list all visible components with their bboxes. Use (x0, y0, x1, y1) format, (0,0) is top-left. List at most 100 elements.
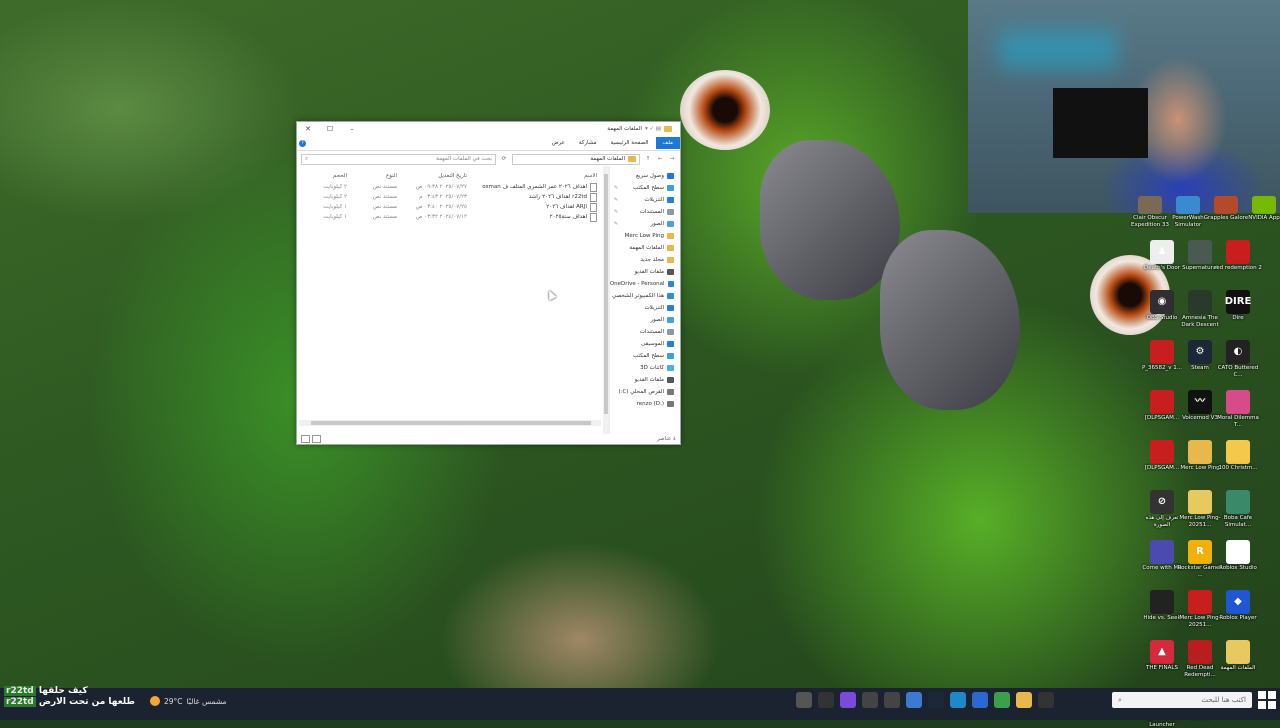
nav-item[interactable]: التنزيلات ✎ (610, 194, 680, 206)
file-row[interactable]: اهداف سنة٢٠٢٥ ٢٠٢٤/٠٧/١٢ ٠٣:٣٢ ص مستند نص ١… (297, 212, 603, 222)
file-list: الاسم تاريخ التعديل النوع الحجم اهداف ٢٠… (297, 166, 603, 434)
search-icon: ⌕ (1118, 695, 1122, 704)
nav-item[interactable]: OneDrive - Personal (610, 278, 680, 290)
xbox-icon[interactable] (884, 692, 900, 708)
documents-icon (667, 209, 674, 215)
minimize-button[interactable]: – (341, 122, 363, 136)
nav-item[interactable]: ملفات الفديو (610, 374, 680, 386)
nav-item[interactable]: القرص المحلي (C:) (610, 386, 680, 398)
nav-item[interactable]: هذا الكمبيوتر الشخصي (610, 290, 680, 302)
details-view-icon[interactable] (301, 435, 310, 443)
address-bar[interactable]: الملفات المهمة (512, 153, 640, 165)
help-icon[interactable]: ? (299, 140, 306, 147)
weather-condition: مشمس غالبًا (186, 696, 227, 706)
nav-item[interactable]: التنزيلات (610, 302, 680, 314)
nav-item[interactable]: ملفات الفديو (610, 266, 680, 278)
desktop-icon[interactable]: NVIDIA App (1240, 196, 1280, 222)
desktop-icon[interactable]: red redemption 2 (1214, 240, 1262, 272)
desktop-icon-label: Roblox Studio (1219, 565, 1257, 571)
taskbar-search-placeholder: اكتب هنا للبحث (1201, 696, 1246, 704)
nav-item[interactable]: كائنات 3D (610, 362, 680, 374)
tab-file[interactable]: ملف (655, 137, 680, 149)
tab-share[interactable]: مشاركة (572, 137, 604, 149)
nav-item[interactable]: الملفات المهمة (610, 242, 680, 254)
nav-item[interactable]: وصول سريع (610, 170, 680, 182)
nav-item[interactable]: renzo (D:) (610, 398, 680, 410)
nav-item[interactable]: Merc Low Ping (610, 230, 680, 242)
desktop-icon[interactable]: 100 Christm... (1214, 440, 1262, 472)
app-icon: ⚙ (1188, 340, 1212, 364)
nav-item[interactable]: الصور (610, 314, 680, 326)
horizontal-scrollbar[interactable] (299, 420, 601, 426)
task-view-icon[interactable] (1038, 692, 1054, 708)
forward-arrow-icon[interactable]: ← (656, 156, 664, 162)
nav-item-label: هذا الكمبيوتر الشخصي (612, 293, 664, 299)
nav-item[interactable]: الصور ✎ (610, 218, 680, 230)
desktop-icon[interactable]: Boba Cafe Simulat... (1214, 490, 1262, 528)
app-icon (1226, 640, 1250, 664)
start-button[interactable] (1258, 691, 1276, 709)
refresh-icon[interactable]: ⟳ (500, 156, 508, 162)
navigation-pane[interactable]: وصول سريع سطح المكتب ✎ التنزيلات ✎ المستندات ✎… (608, 166, 680, 434)
desktop-icon[interactable]: الملفات المهمة (1214, 640, 1262, 672)
store-icon[interactable] (972, 692, 988, 708)
app-icon (1188, 640, 1212, 664)
nav-scrollbar[interactable] (603, 166, 609, 434)
app-taskbar-icon[interactable] (840, 692, 856, 708)
maximize-button[interactable]: ☐ (319, 122, 341, 136)
app-icon: ♟ (1150, 240, 1174, 264)
back-arrow-icon[interactable]: → (668, 156, 676, 162)
obs-taskbar-icon[interactable] (818, 692, 834, 708)
close-button[interactable]: ✕ (297, 122, 319, 136)
desktop-icon[interactable]: Moral Dilemma T... (1214, 390, 1262, 428)
file-row[interactable]: اهداف ٢٠٢٦ عمر الشمري المتلف ف osman ٢٠٢٥… (297, 182, 603, 192)
desktop-icon[interactable]: ◐ CATO Buttered C... (1214, 340, 1262, 378)
file-row[interactable]: ARJI اهداف ٢٠٢٦ ٢٠٢٥/٠٧/٢٥ ٠٣:٤٠ ص مستند ن… (297, 202, 603, 212)
file-row[interactable]: r22td اهداف ٢٠٢٦ راشد ٢٠٢٥/٠٧/٢٣ ٠٣:٤٣ م م… (297, 192, 603, 202)
nav-item[interactable]: المستندات (610, 326, 680, 338)
app-icon (1188, 440, 1212, 464)
edge-icon[interactable] (950, 692, 966, 708)
column-headers: الاسم تاريخ التعديل النوع الحجم (297, 166, 603, 182)
quick-access-toolbar[interactable]: ▾ ✓ ▤ (645, 126, 661, 132)
column-size[interactable]: الحجم (297, 173, 347, 179)
column-date[interactable]: تاريخ التعديل (397, 173, 467, 179)
weather-widget[interactable]: 29°C مشمس غالبًا (150, 696, 227, 706)
nav-item[interactable]: سطح المكتب (610, 350, 680, 362)
chrome-icon[interactable] (994, 692, 1010, 708)
desktop-icon[interactable]: ◆ Roblox Studio (1214, 540, 1262, 572)
app-icon (1150, 390, 1174, 414)
videos-icon (667, 269, 674, 275)
app-icon (1226, 240, 1250, 264)
file-explorer-window[interactable]: ✕ ☐ – الملفات المهمة ▾ ✓ ▤ ملف الصفحة ال… (296, 121, 681, 445)
nav-item[interactable]: مجلد جديد (610, 254, 680, 266)
steam-taskbar-icon[interactable] (928, 692, 944, 708)
file-name-cell: اهداف ٢٠٢٦ عمر الشمري المتلف ف osman (467, 182, 603, 192)
search-input[interactable]: بحث في الملفات المهمة ⌕ (301, 153, 496, 165)
taskbar-search-input[interactable]: اكتب هنا للبحث ⌕ (1112, 692, 1252, 708)
tab-home[interactable]: الصفحة الرئيسية (604, 137, 656, 149)
file-name-cell: ARJI اهداف ٢٠٢٦ (467, 202, 603, 212)
title-bar[interactable]: ✕ ☐ – الملفات المهمة ▾ ✓ ▤ (297, 122, 680, 136)
nav-item-label: كائنات 3D (640, 365, 664, 371)
tab-view[interactable]: عرض (545, 137, 572, 149)
app-icon: ⊘ (1150, 490, 1174, 514)
up-arrow-icon[interactable]: ↑ (644, 156, 652, 162)
folder-taskbar-icon[interactable] (1016, 692, 1032, 708)
column-type[interactable]: النوع (347, 173, 397, 179)
large-icons-view-icon[interactable] (312, 435, 321, 443)
address-row: → ← ↑ الملفات المهمة ⟳ بحث في الملفات ال… (297, 153, 680, 165)
gear-icon[interactable] (862, 692, 878, 708)
sun-icon (150, 696, 160, 706)
nav-item[interactable]: سطح المكتب ✎ (610, 182, 680, 194)
nav-item[interactable]: الموسيقى (610, 338, 680, 350)
explorer-icon[interactable] (906, 692, 922, 708)
app-icon (1188, 290, 1212, 314)
desktop-icon[interactable]: ◆ Roblox Player (1214, 590, 1262, 622)
column-name[interactable]: الاسم (467, 173, 603, 179)
app-icon (1252, 196, 1276, 214)
desktop-icon[interactable]: DIRE Dire (1214, 290, 1262, 322)
nav-item[interactable]: المستندات ✎ (610, 206, 680, 218)
folder-icon (667, 257, 674, 263)
settings-icon[interactable] (796, 692, 812, 708)
